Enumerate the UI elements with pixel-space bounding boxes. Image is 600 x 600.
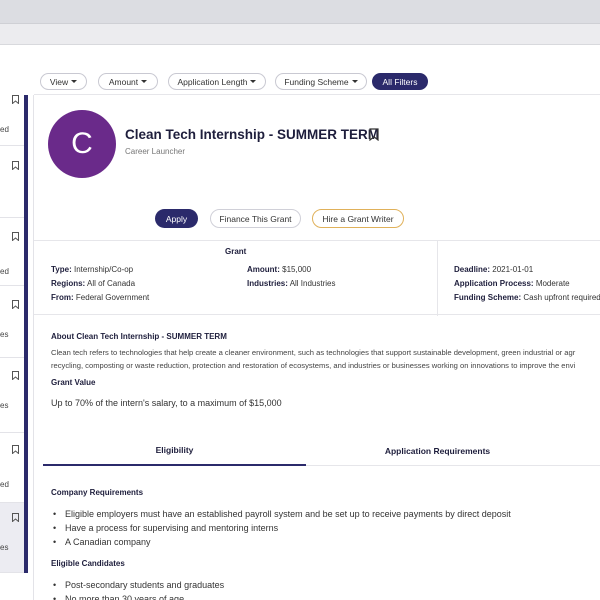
view-filter-button[interactable]: View: [40, 73, 87, 90]
list-item[interactable]: es: [0, 286, 24, 358]
type-label: Type:: [51, 265, 72, 274]
eligible-candidates-list: Post-secondary students and graduates No…: [51, 578, 224, 600]
about-heading: About Clean Tech Internship - SUMMER TER…: [51, 332, 227, 341]
from-label: From:: [51, 293, 74, 302]
bookmark-icon[interactable]: [12, 300, 19, 309]
funding-scheme-row: Funding Scheme: Cash upfront required: [454, 293, 600, 302]
list-item[interactable]: ed: [0, 218, 24, 286]
grant-value-heading: Grant Value: [51, 378, 96, 387]
deadline-value: 2021-01-01: [492, 265, 534, 274]
filter-bar: View Amount Application Length Funding S…: [34, 67, 600, 95]
list-item: Eligible employers must have an establis…: [51, 507, 511, 521]
list-item-text: es: [0, 401, 9, 410]
list-item-text: ed: [0, 267, 9, 276]
company-requirements-list: Eligible employers must have an establis…: [51, 507, 511, 549]
tab-application-requirements[interactable]: Application Requirements: [306, 436, 569, 466]
details-heading: Grant: [225, 247, 247, 256]
regions-value: All of Canada: [87, 279, 136, 288]
bookmark-icon[interactable]: [12, 232, 19, 241]
application-length-filter-label: Application Length: [177, 76, 248, 87]
amount-value: $15,000: [282, 265, 312, 274]
funding-scheme-value: Cash upfront required: [523, 293, 600, 302]
bookmark-icon[interactable]: [12, 95, 19, 104]
view-filter-label: View: [49, 76, 69, 87]
deadline-label: Deadline:: [454, 265, 491, 274]
industries-label: Industries:: [247, 279, 288, 288]
bookmark-icon[interactable]: [12, 161, 19, 170]
list-item[interactable]: ed: [0, 433, 24, 503]
organization-name: Career Launcher: [125, 147, 186, 156]
amount-filter-button[interactable]: Amount: [98, 73, 158, 90]
list-item-text: es: [0, 330, 9, 339]
divider: [437, 241, 438, 316]
funding-scheme-label: Funding Scheme:: [454, 293, 522, 302]
application-process-row: Application Process: Moderate: [454, 279, 570, 288]
finance-grant-button[interactable]: Finance This Grant: [210, 209, 301, 228]
about-line: Clean tech refers to technologies that h…: [51, 348, 576, 357]
list-item: A Canadian company: [51, 535, 511, 549]
list-item-text: ed: [0, 480, 9, 489]
hire-grant-writer-button[interactable]: Hire a Grant Writer: [312, 209, 404, 228]
list-item-selected[interactable]: es: [0, 503, 24, 573]
browser-tab-strip: [0, 0, 600, 24]
page-title: Clean Tech Internship - SUMMER TERM: [125, 127, 380, 142]
type-row: Type: Internship/Co-op: [51, 265, 133, 274]
funding-scheme-filter-label: Funding Scheme: [284, 76, 349, 87]
amount-label: Amount:: [247, 265, 280, 274]
browser-toolbar: [0, 24, 600, 44]
industries-value: All Industries: [289, 279, 336, 288]
company-requirements-heading: Company Requirements: [51, 488, 144, 497]
grant-value-text: Up to 70% of the intern's salary, to a m…: [51, 398, 282, 408]
apply-button[interactable]: Apply: [155, 209, 198, 228]
all-filters-label: All Filters: [382, 76, 418, 87]
eligible-candidates-heading: Eligible Candidates: [51, 559, 125, 568]
caret-down-icon: [351, 80, 358, 83]
caret-down-icon: [71, 80, 78, 83]
industries-row: Industries: All Industries: [247, 279, 335, 288]
caret-down-icon: [141, 80, 148, 83]
tab-eligibility[interactable]: Eligibility: [43, 436, 306, 466]
about-text: Clean tech refers to technologies that h…: [51, 346, 600, 372]
list-item: No more than 30 years of age: [51, 592, 224, 600]
bookmark-icon[interactable]: [12, 371, 19, 380]
funding-scheme-filter-button[interactable]: Funding Scheme: [275, 73, 367, 90]
from-row: From: Federal Government: [51, 293, 149, 302]
avatar: C: [48, 110, 116, 178]
type-value: Internship/Co-op: [73, 265, 134, 274]
list-item[interactable]: ed: [0, 95, 24, 146]
details-tabs: Eligibility Application Requirements: [43, 436, 600, 466]
selection-accent-bar: [24, 95, 28, 573]
list-item[interactable]: es: [0, 358, 24, 433]
amount-filter-label: Amount: [108, 76, 139, 87]
bookmark-icon[interactable]: [369, 128, 379, 141]
list-item[interactable]: [0, 146, 24, 218]
all-filters-button[interactable]: All Filters: [372, 73, 428, 90]
bookmark-icon[interactable]: [12, 445, 19, 454]
amount-row: Amount: $15,000: [247, 265, 311, 274]
about-line: recycling, composting or waste reduction…: [51, 361, 576, 370]
list-item: Post-secondary students and graduates: [51, 578, 224, 592]
application-process-value: Moderate: [535, 279, 570, 288]
list-item-text: es: [0, 543, 9, 552]
page: ed ed es es ed es View Amount Applicatio…: [0, 45, 600, 600]
grant-details: Grant Type: Internship/Co-op Regions: Al…: [34, 240, 600, 316]
deadline-row: Deadline: 2021-01-01: [454, 265, 533, 274]
regions-label: Regions:: [51, 279, 86, 288]
caret-down-icon: [250, 80, 257, 83]
application-length-filter-button[interactable]: Application Length: [168, 73, 266, 90]
application-process-label: Application Process:: [454, 279, 534, 288]
list-item-text: ed: [0, 125, 9, 134]
list-item: Have a process for supervising and mento…: [51, 521, 511, 535]
from-value: Federal Government: [75, 293, 150, 302]
bookmark-icon[interactable]: [12, 513, 19, 522]
regions-row: Regions: All of Canada: [51, 279, 135, 288]
